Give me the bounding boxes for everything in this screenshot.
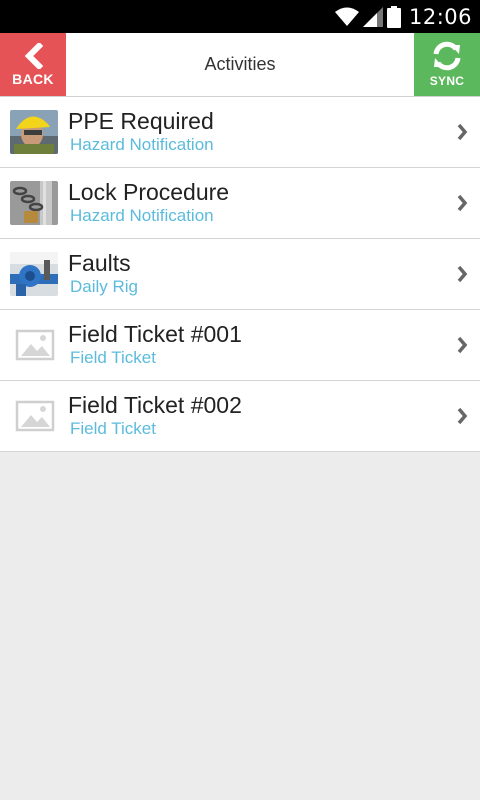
activity-type: Hazard Notification bbox=[70, 135, 214, 154]
page-title: Activities bbox=[204, 54, 276, 74]
activity-name: PPE Required bbox=[68, 108, 214, 134]
list-item[interactable]: Lock Procedure Hazard Notification bbox=[0, 168, 480, 239]
activity-name: Lock Procedure bbox=[68, 179, 230, 205]
app-header: BACK Activities SYNC bbox=[0, 33, 480, 97]
activity-type: Field Ticket bbox=[70, 419, 156, 438]
status-bar: 12:06 bbox=[0, 0, 480, 33]
status-icons bbox=[334, 5, 401, 28]
activity-type: Field Ticket bbox=[70, 348, 156, 367]
sync-button[interactable]: SYNC bbox=[414, 33, 480, 96]
activity-type: Daily Rig bbox=[70, 277, 139, 296]
sync-icon bbox=[433, 41, 461, 71]
list-item[interactable]: Field Ticket #002 Field Ticket bbox=[0, 381, 480, 452]
status-time: 12:06 bbox=[408, 4, 472, 29]
sync-button-label: SYNC bbox=[429, 74, 465, 88]
activity-name: Faults bbox=[68, 250, 131, 276]
image-placeholder-icon bbox=[10, 323, 58, 367]
list-item[interactable]: Faults Daily Rig bbox=[0, 239, 480, 310]
signal-icon bbox=[362, 6, 383, 27]
blue-valve-photo bbox=[10, 252, 58, 296]
chevron-right-icon bbox=[457, 336, 468, 354]
chain-padlock-photo bbox=[10, 181, 58, 225]
image-placeholder-icon bbox=[10, 394, 58, 438]
activity-type: Hazard Notification bbox=[70, 206, 214, 225]
back-button-label: BACK bbox=[12, 70, 54, 87]
battery-icon bbox=[386, 5, 401, 28]
back-button[interactable]: BACK bbox=[0, 33, 66, 96]
chevron-right-icon bbox=[457, 407, 468, 425]
wifi-icon bbox=[334, 7, 359, 26]
activity-list: PPE Required Hazard Notification Lock Pr… bbox=[0, 97, 480, 452]
activity-name: Field Ticket #002 bbox=[68, 392, 242, 418]
list-item[interactable]: PPE Required Hazard Notification bbox=[0, 97, 480, 168]
list-item[interactable]: Field Ticket #001 Field Ticket bbox=[0, 310, 480, 381]
chevron-right-icon bbox=[457, 265, 468, 283]
back-arrow-icon bbox=[24, 42, 44, 69]
chevron-right-icon bbox=[457, 123, 468, 141]
worker-hardhat-photo bbox=[10, 110, 58, 154]
chevron-right-icon bbox=[457, 194, 468, 212]
activity-name: Field Ticket #001 bbox=[68, 321, 242, 347]
